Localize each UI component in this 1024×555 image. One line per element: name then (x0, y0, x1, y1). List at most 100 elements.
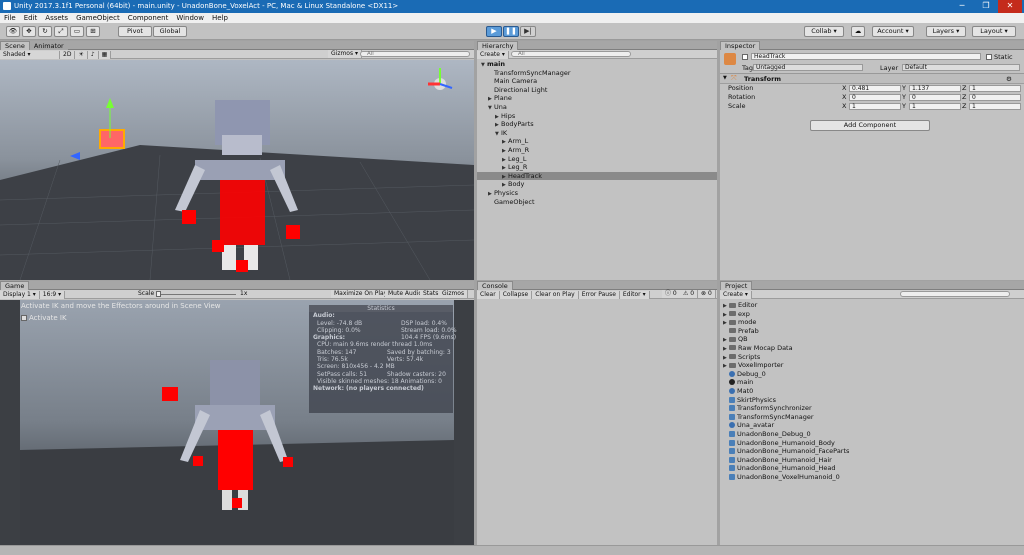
activate-ik-toggle[interactable]: Activate IK (21, 314, 67, 322)
console-collapse-button[interactable]: Collapse (499, 291, 533, 299)
hierarchy-create-button[interactable]: Create ▾ (477, 51, 509, 59)
game-gizmos-button[interactable]: Gizmos (439, 290, 469, 298)
maximize-button[interactable]: ❐ (974, 0, 998, 13)
scale-y-field[interactable]: 1 (909, 103, 961, 110)
scale-tool-icon[interactable]: ⤢ (54, 26, 68, 37)
hierarchy-item[interactable]: TransformSyncManager (477, 69, 717, 78)
position-z-field[interactable]: 1 (969, 85, 1021, 92)
collab-dropdown[interactable]: Collab ▾ (804, 26, 844, 37)
hierarchy-item[interactable]: ▶ BodyParts (477, 120, 717, 129)
hierarchy-item[interactable]: Directional Light (477, 86, 717, 95)
hierarchy-item[interactable]: ▶ HeadTrack (477, 171, 717, 181)
menu-component[interactable]: Component (124, 13, 173, 23)
play-button[interactable]: ▶ (486, 26, 502, 37)
menu-edit[interactable]: Edit (20, 13, 42, 23)
project-item[interactable]: UnadonBone_Humanoid_FaceParts (720, 447, 1024, 456)
console-warning-count[interactable]: ⚠ 0 (680, 290, 699, 298)
project-create-button[interactable]: Create ▾ (720, 291, 752, 299)
console-error-pause-button[interactable]: Error Pause (578, 291, 620, 299)
rotation-z-field[interactable]: 0 (969, 94, 1021, 101)
position-x-field[interactable]: 0.481 (849, 85, 901, 92)
component-settings-icon[interactable]: ⚙ (1006, 75, 1012, 83)
project-item[interactable]: UnadonBone_Humanoid_Body (720, 439, 1024, 448)
cloud-icon[interactable]: ☁ (851, 26, 865, 37)
hierarchy-item[interactable]: ▼ IK (477, 129, 717, 138)
rotate-tool-icon[interactable]: ↻ (38, 26, 52, 37)
active-checkbox[interactable] (742, 54, 748, 60)
menu-help[interactable]: Help (208, 13, 232, 23)
effector-arm-r[interactable] (182, 210, 196, 224)
minimize-button[interactable]: ─ (950, 0, 974, 13)
layout-dropdown[interactable]: Layout ▾ (972, 26, 1016, 37)
hierarchy-item[interactable]: ▶ Leg_R (477, 163, 717, 172)
hierarchy-item[interactable]: ▶ Arm_R (477, 146, 717, 155)
hierarchy-item[interactable]: ▶ Body (477, 180, 717, 189)
project-item[interactable]: Mat0 (720, 387, 1024, 396)
effector-leg-r[interactable] (212, 240, 224, 252)
project-item[interactable]: ▶ Raw Mocap Data (720, 344, 1024, 353)
project-item[interactable]: UnadonBone_VoxelHumanoid_0 (720, 473, 1024, 482)
project-item[interactable]: UnadonBone_Humanoid_Hair (720, 456, 1024, 465)
tab-project[interactable]: Project (720, 281, 753, 290)
account-dropdown[interactable]: Account ▾ (872, 26, 914, 37)
project-item[interactable]: Debug_0 (720, 370, 1024, 379)
tab-game[interactable]: Game (0, 281, 30, 290)
hierarchy-item[interactable]: ▶ Arm_L (477, 137, 717, 146)
display-dropdown[interactable]: Display 1 ▾ (0, 291, 40, 299)
tab-inspector[interactable]: Inspector (720, 41, 761, 50)
scene-viewport[interactable] (0, 60, 474, 280)
menu-file[interactable]: File (0, 13, 20, 23)
console-error-count[interactable]: ⊗ 0 (698, 290, 716, 298)
hierarchy-item[interactable]: ▶ Plane (477, 94, 717, 103)
shading-dropdown[interactable]: Shaded ▾ (0, 51, 60, 59)
move-tool-icon[interactable]: ✥ (22, 26, 36, 37)
console-clear-button[interactable]: Clear (477, 291, 500, 299)
scale-x-field[interactable]: 1 (849, 103, 901, 110)
scale-slider-handle[interactable] (156, 291, 161, 297)
maximize-on-play-button[interactable]: Maximize On Play (331, 290, 392, 298)
aspect-dropdown[interactable]: 16:9 ▾ (39, 291, 66, 299)
project-item[interactable]: TransformSyncManager (720, 413, 1024, 422)
hierarchy-item[interactable]: ▶ Leg_L (477, 155, 717, 164)
project-item[interactable]: ▶ QB (720, 335, 1024, 344)
layer-dropdown[interactable]: Default (902, 64, 1020, 71)
transform-foldout-icon[interactable]: ▼ (723, 75, 727, 81)
scale-z-field[interactable]: 1 (969, 103, 1021, 110)
effects-icon[interactable]: ▦ (98, 51, 112, 59)
transform-header[interactable]: ▼ ⤧ Transform ⚙ (720, 74, 1024, 84)
project-item[interactable]: UnadonBone_Debug_0 (720, 430, 1024, 439)
tab-console[interactable]: Console (477, 281, 513, 290)
console-clear-on-play-button[interactable]: Clear on Play (532, 291, 579, 299)
console-editor-dropdown[interactable]: Editor ▾ (619, 291, 650, 299)
project-item[interactable]: TransformSynchronizer (720, 404, 1024, 413)
menu-gameobject[interactable]: GameObject (72, 13, 124, 23)
project-item[interactable]: UnadonBone_Humanoid_Head (720, 464, 1024, 473)
lighting-icon[interactable]: ☀ (75, 51, 88, 59)
hierarchy-item[interactable]: GameObject (477, 198, 717, 207)
audio-icon[interactable]: ♪ (87, 51, 99, 59)
hierarchy-item[interactable]: ▼ Una (477, 103, 717, 112)
tab-scene[interactable]: Scene (0, 41, 30, 50)
project-item[interactable]: ▶ Scripts (720, 353, 1024, 362)
project-item[interactable]: main (720, 378, 1024, 387)
menu-assets[interactable]: Assets (41, 13, 72, 23)
hierarchy-item[interactable]: Main Camera (477, 77, 717, 86)
object-name-field[interactable]: HeadTrack (751, 53, 981, 60)
static-checkbox[interactable] (986, 54, 992, 60)
project-item[interactable]: ▶ Editor (720, 301, 1024, 310)
project-item[interactable]: ▶ mode (720, 318, 1024, 327)
project-item[interactable]: Prefab (720, 327, 1024, 336)
step-button[interactable]: ▶| (520, 26, 536, 37)
hierarchy-search-input[interactable]: All (511, 51, 631, 57)
scale-slider[interactable] (156, 291, 236, 297)
scene-gizmos-dropdown[interactable]: Gizmos ▾ (328, 50, 363, 58)
add-component-button[interactable]: Add Component (810, 120, 930, 131)
position-y-field[interactable]: 1.137 (909, 85, 961, 92)
project-search-input[interactable] (900, 291, 1010, 297)
headtrack-selection[interactable] (99, 129, 125, 149)
rotation-y-field[interactable]: 0 (909, 94, 961, 101)
view-tool-icon[interactable]: 👁 (6, 26, 20, 37)
transform-tool-icon[interactable]: ⊞ (86, 26, 100, 37)
effector-arm-l[interactable] (286, 225, 300, 239)
close-button[interactable]: ✕ (998, 0, 1022, 13)
